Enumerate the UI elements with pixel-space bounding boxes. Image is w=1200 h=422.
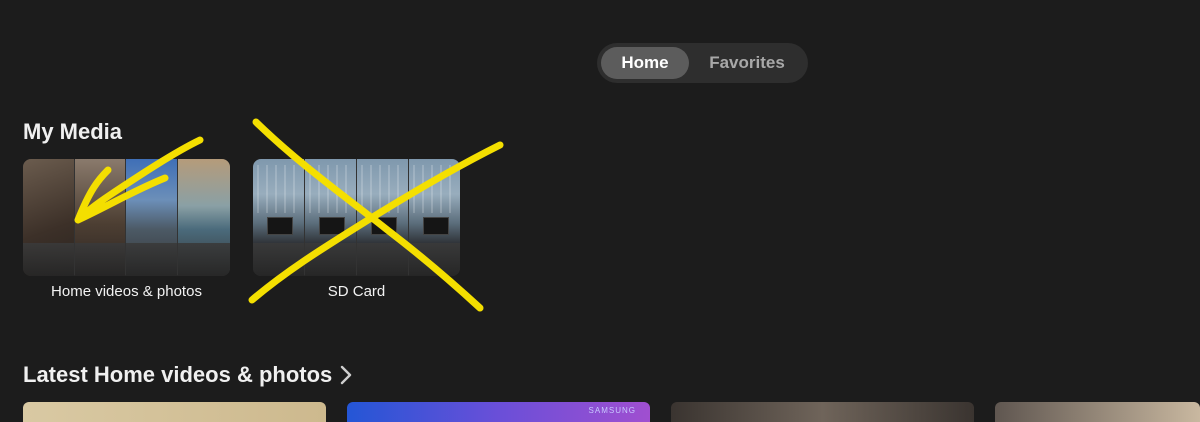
thumbnail-tile — [23, 159, 74, 276]
tab-home[interactable]: Home — [601, 47, 689, 79]
latest-thumbnail[interactable]: SAMSUNG — [347, 402, 650, 422]
thumbnail-tile — [305, 159, 356, 276]
thumbnail-tile — [178, 159, 230, 276]
latest-thumbnail[interactable] — [23, 402, 326, 422]
latest-heading: Latest Home videos & photos — [23, 362, 333, 387]
thumbnail-tile — [75, 159, 125, 276]
samsung-badge: SAMSUNG — [588, 406, 636, 415]
thumbnail-tile — [357, 159, 408, 276]
home-videos-photos-label[interactable]: Home videos & photos — [23, 283, 230, 300]
thumbnail-tile — [253, 159, 304, 276]
thumbnail-tile — [409, 159, 460, 276]
my-media-heading: My Media — [23, 119, 123, 144]
tab-favorites[interactable]: Favorites — [693, 47, 801, 79]
sd-card-card[interactable] — [253, 159, 460, 276]
latest-thumbnail[interactable] — [995, 402, 1200, 422]
latest-thumbnail[interactable] — [671, 402, 974, 422]
home-videos-photos-card[interactable] — [23, 159, 230, 276]
latest-section-link[interactable]: Latest Home videos & photos — [23, 362, 352, 388]
thumbnail-tile — [126, 159, 177, 276]
tab-switcher: Home Favorites — [597, 43, 808, 83]
chevron-right-icon — [340, 365, 352, 385]
sd-card-label[interactable]: SD Card — [253, 283, 460, 300]
